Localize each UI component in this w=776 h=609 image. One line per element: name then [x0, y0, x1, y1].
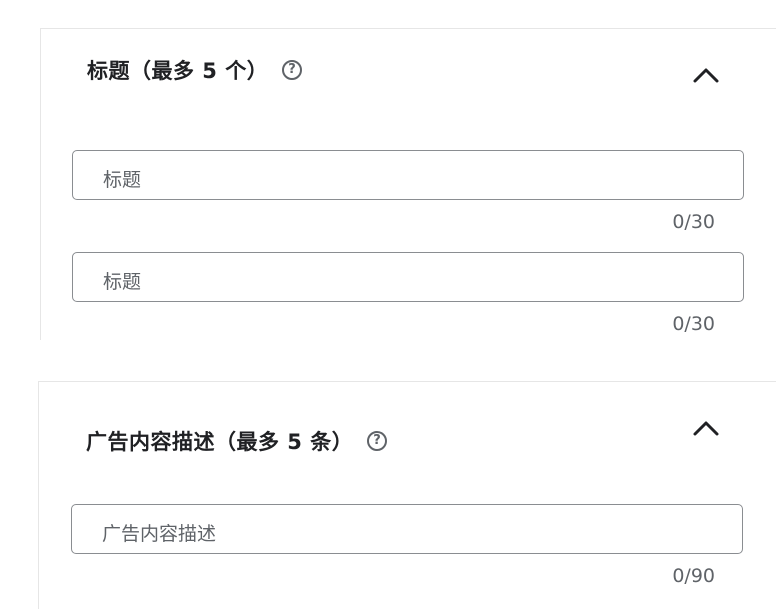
headline-field-1[interactable] [72, 150, 744, 200]
descriptions-section: 广告内容描述（最多 5 条） ? 0/90 [38, 381, 776, 609]
description-field-1[interactable] [71, 504, 743, 554]
headlines-section: 标题（最多 5 个） ? 0/30 0/30 [40, 28, 776, 340]
descriptions-title: 广告内容描述（最多 5 条） [86, 430, 354, 454]
headline-input-2[interactable] [73, 253, 743, 301]
headline-input-1[interactable] [73, 151, 743, 199]
help-circle-icon[interactable]: ? [282, 60, 303, 80]
chevron-up-icon[interactable] [691, 65, 721, 85]
description-input-1[interactable] [72, 505, 742, 553]
description-char-counter-1: 0/90 [672, 565, 715, 587]
chevron-up-icon[interactable] [691, 418, 721, 438]
headline-char-counter-1: 0/30 [672, 211, 715, 233]
headlines-section-header: 标题（最多 5 个） ? [87, 55, 303, 85]
headline-char-counter-2: 0/30 [672, 313, 715, 335]
headlines-title: 标题（最多 5 个） [87, 59, 269, 83]
help-circle-icon[interactable]: ? [367, 431, 388, 451]
descriptions-section-header: 广告内容描述（最多 5 条） ? [86, 426, 388, 456]
headline-field-2[interactable] [72, 252, 744, 302]
